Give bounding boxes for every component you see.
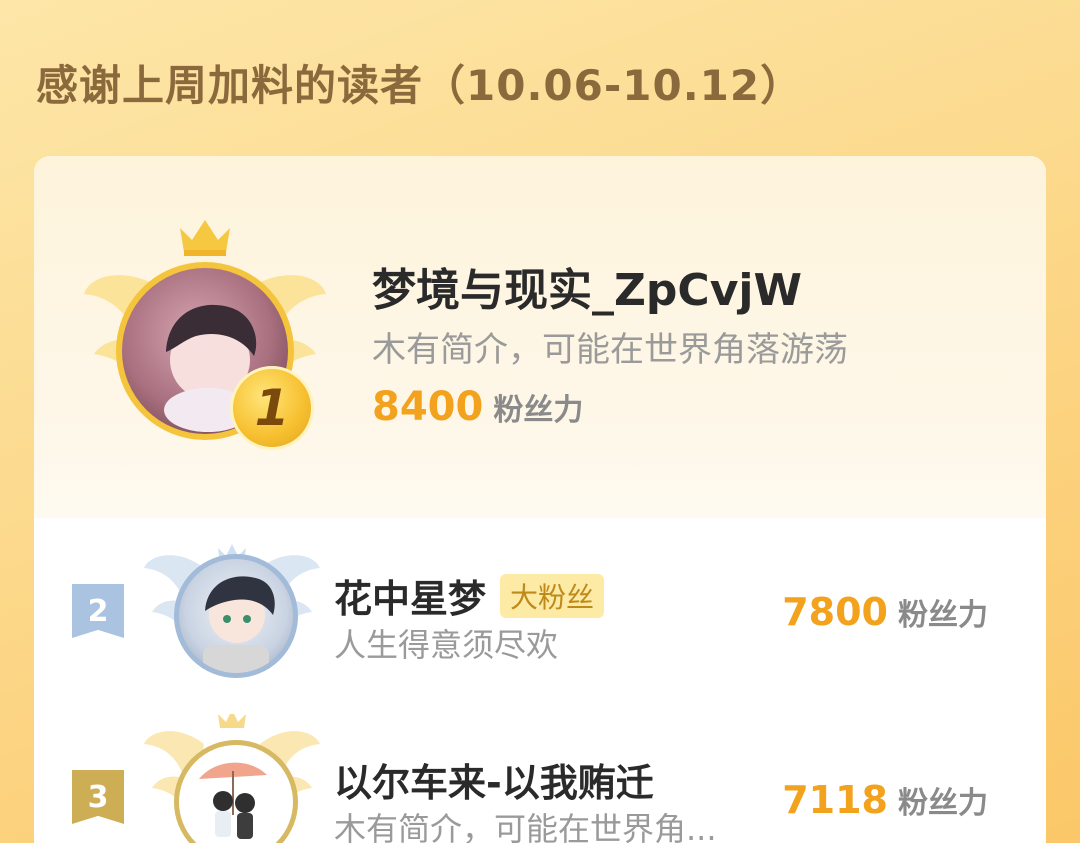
row-bio: 人生得意须尽欢 xyxy=(334,626,559,664)
list-item[interactable]: 2 花中星梦 大粉丝 人生得意须尽欢 7800 粉丝力 xyxy=(34,540,1046,680)
first-fan-power: 8400 粉丝力 xyxy=(372,384,583,430)
top-reader-section[interactable]: 1 梦境与现实_ZpCvjW 木有简介，可能在世界角落游荡 8400 粉丝力 xyxy=(34,156,1046,518)
row-username[interactable]: 花中星梦 大粉丝 xyxy=(334,568,605,623)
avatar-illustration-icon xyxy=(199,762,267,839)
fan-power-label: 粉丝力 xyxy=(493,393,584,428)
first-score-value: 8400 xyxy=(372,384,484,430)
avatar[interactable] xyxy=(174,554,298,678)
row-score-value: 7118 xyxy=(782,778,888,822)
row-fan-power: 7118 粉丝力 xyxy=(782,778,988,822)
row-score-value: 7800 xyxy=(782,590,888,634)
username-text: 以尔车来-以我贿迁 xyxy=(334,761,654,805)
rank-1-medal: 1 xyxy=(230,366,314,450)
username-text: 花中星梦 xyxy=(334,577,487,621)
fan-power-label: 粉丝力 xyxy=(898,598,988,633)
first-avatar-frame: 1 xyxy=(80,218,330,458)
fan-power-label: 粉丝力 xyxy=(898,786,988,821)
list-item[interactable]: 3 以尔车来-以我贿迁 木有简介，可能在世界角... 7118 粉丝力 xyxy=(34,712,1046,843)
leaderboard-card: 1 梦境与现实_ZpCvjW 木有简介，可能在世界角落游荡 8400 粉丝力 2 … xyxy=(34,156,1046,843)
page-title: 感谢上周加料的读者（10.06-10.12） xyxy=(36,61,804,110)
row-fan-power: 7800 粉丝力 xyxy=(782,590,988,634)
row-username[interactable]: 以尔车来-以我贿迁 xyxy=(334,752,654,807)
avatar-illustration-icon xyxy=(203,576,275,673)
first-username[interactable]: 梦境与现实_ZpCvjW xyxy=(372,254,802,318)
big-fan-badge: 大粉丝 xyxy=(500,573,605,618)
crown-icon xyxy=(180,220,230,256)
row-bio: 木有简介，可能在世界角... xyxy=(334,810,717,843)
first-bio: 木有简介，可能在世界角落游荡 xyxy=(372,330,848,370)
rank-2-flag: 2 xyxy=(72,584,124,638)
rank-3-flag: 3 xyxy=(72,770,124,824)
